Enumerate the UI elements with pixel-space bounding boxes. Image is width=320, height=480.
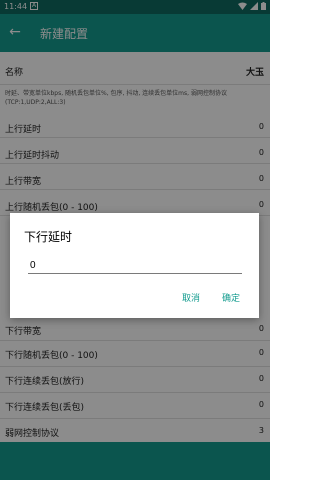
- confirm-button[interactable]: 确定: [222, 291, 240, 304]
- dialog-title: 下行延时: [24, 230, 73, 244]
- edit-value-dialog: 下行延时 取消 确定: [10, 213, 259, 318]
- cancel-button[interactable]: 取消: [182, 291, 200, 304]
- value-input[interactable]: [28, 257, 242, 274]
